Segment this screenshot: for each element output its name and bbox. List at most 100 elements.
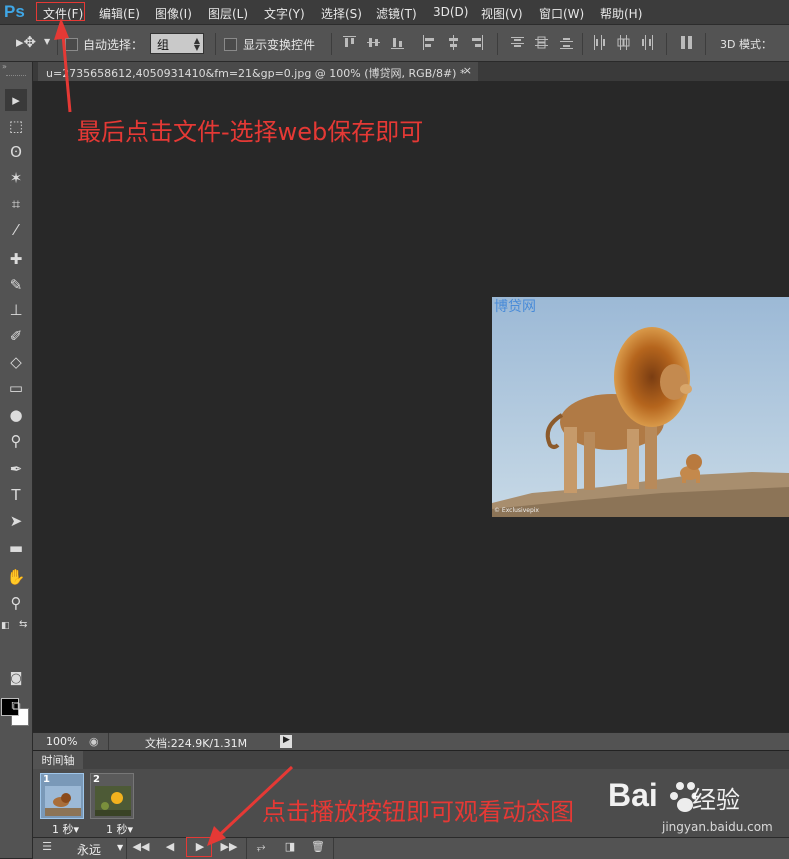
- align-vcenter-icon[interactable]: [367, 35, 380, 50]
- photo-credit: © Exclusivepix: [494, 507, 539, 514]
- timeline-menu-icon[interactable]: ☰: [37, 840, 57, 853]
- auto-select-dropdown[interactable]: 组 ▲ ▼: [150, 33, 204, 54]
- instruction-click-play: 点击播放按钮即可观看动态图: [262, 798, 574, 826]
- menu-type[interactable]: 文字(Y): [264, 5, 305, 22]
- divider: [57, 33, 58, 55]
- shape-tool-icon[interactable]: ▬: [5, 537, 27, 559]
- next-frame-icon[interactable]: ▶▶: [219, 840, 239, 853]
- zoom-tool-icon[interactable]: ⚲: [5, 592, 27, 614]
- eyedropper-tool-icon[interactable]: ⁄: [5, 219, 27, 241]
- play-arrow-icon: ▶: [283, 735, 290, 745]
- align-right-icon[interactable]: [471, 35, 484, 50]
- align-left-icon[interactable]: [422, 35, 435, 50]
- distribute-hcenter-icon[interactable]: [617, 35, 630, 50]
- menu-layer[interactable]: 图层(L): [208, 5, 248, 22]
- chevron-down-icon: ▼: [117, 843, 124, 852]
- show-transform-label: 显示变换控件: [243, 38, 316, 52]
- auto-select-value: 组: [157, 38, 170, 52]
- panel-grip[interactable]: [6, 75, 26, 77]
- divider: [108, 733, 109, 751]
- move-tool-preset-icon[interactable]: ▸✥: [16, 33, 36, 51]
- collapse-icon[interactable]: »: [2, 62, 7, 71]
- document-tab[interactable]: u=2735658612,4050931410&fm=21&gp=0.jpg @…: [38, 62, 478, 81]
- lasso-tool-icon[interactable]: ʘ: [5, 141, 27, 163]
- stepper-icon: ▲ ▼: [193, 36, 200, 52]
- timeline-tab[interactable]: 时间轴: [33, 751, 83, 770]
- distribute-vcenter-icon[interactable]: [535, 35, 548, 50]
- share-icon[interactable]: ◉: [89, 735, 99, 748]
- menu-filter[interactable]: 滤镜(T): [376, 5, 417, 22]
- tween-icon[interactable]: ⥅: [251, 840, 271, 854]
- tools-panel: » ▸ ⬚ ʘ ✶ ⌗ ⁄ ✚ ✎ ⊥ ✐ ◇ ▭ ● ⚲ ✒ T ➤ ▬ ✋ …: [0, 62, 33, 858]
- swap-colors-icon[interactable]: ⇆: [19, 619, 27, 630]
- distribute-bottom-icon[interactable]: [560, 35, 573, 50]
- close-tab-icon[interactable]: ×: [463, 64, 472, 77]
- auto-select-checkbox[interactable]: [65, 38, 78, 51]
- timeline-frame-1[interactable]: 1: [40, 773, 84, 819]
- brush-tool-icon[interactable]: ✎: [5, 274, 27, 296]
- timeline-controls: ☰ 永远 ▼ ◀◀ ◀ ▶ ▶▶ ⥅ ◨ 🗑: [33, 837, 789, 859]
- trash-icon[interactable]: 🗑: [308, 840, 328, 853]
- stamp-tool-icon[interactable]: ⊥: [5, 299, 27, 321]
- magic-wand-tool-icon[interactable]: ✶: [5, 167, 27, 189]
- align-top-icon[interactable]: [343, 35, 356, 50]
- menu-image[interactable]: 图像(I): [155, 5, 192, 22]
- history-brush-tool-icon[interactable]: ✐: [5, 325, 27, 347]
- pen-tool-icon[interactable]: ✒: [5, 458, 27, 480]
- show-transform-checkbox[interactable]: [224, 38, 237, 51]
- blur-tool-icon[interactable]: ●: [5, 404, 27, 426]
- 3d-mode-label: 3D 模式：: [720, 38, 772, 51]
- divider: [331, 33, 332, 55]
- divider: [126, 838, 127, 859]
- hand-tool-icon[interactable]: ✋: [5, 566, 27, 588]
- previous-frame-icon[interactable]: ◀: [160, 840, 180, 853]
- duplicate-frame-icon[interactable]: ◨: [280, 840, 300, 853]
- path-selection-tool-icon[interactable]: ➤: [5, 510, 27, 532]
- menu-help[interactable]: 帮助(H): [600, 5, 642, 22]
- frame-delay[interactable]: 1 秒▾: [106, 821, 133, 837]
- frame-delay[interactable]: 1 秒▾: [52, 821, 79, 837]
- auto-select-label: 自动选择：: [83, 38, 144, 52]
- chevron-down-icon[interactable]: ▼: [44, 37, 50, 46]
- lion-photo: [492, 297, 789, 517]
- first-frame-icon[interactable]: ◀◀: [131, 840, 151, 853]
- crop-tool-icon[interactable]: ⌗: [5, 193, 27, 215]
- quick-mask-icon[interactable]: ◙: [5, 668, 27, 690]
- frame-number: 1: [43, 774, 50, 785]
- loop-options-dropdown[interactable]: 永远 ▼: [73, 839, 125, 857]
- menu-edit[interactable]: 编辑(E): [99, 5, 140, 22]
- distribute-right-icon[interactable]: [641, 35, 654, 50]
- baidu-jingyan-label: 经验: [692, 786, 740, 814]
- divider: [582, 33, 583, 55]
- move-tool-icon[interactable]: ▸: [5, 89, 27, 111]
- menu-select[interactable]: 选择(S): [321, 5, 362, 22]
- loop-value: 永远: [77, 843, 102, 857]
- marquee-tool-icon[interactable]: ⬚: [5, 115, 27, 137]
- frame-thumbnail: [95, 786, 131, 816]
- zoom-level[interactable]: 100%: [46, 735, 77, 748]
- align-bottom-icon[interactable]: [391, 35, 404, 50]
- frame-number: 2: [93, 774, 100, 785]
- align-hcenter-icon[interactable]: [447, 35, 460, 50]
- photoshop-logo: Ps: [4, 2, 25, 21]
- eraser-tool-icon[interactable]: ◇: [5, 351, 27, 373]
- auto-align-icon[interactable]: [680, 35, 693, 50]
- divider: [333, 838, 334, 859]
- frame-thumbnail: [45, 786, 81, 816]
- healing-brush-tool-icon[interactable]: ✚: [5, 248, 27, 270]
- type-tool-icon[interactable]: T: [5, 484, 27, 506]
- distribute-top-icon[interactable]: [511, 35, 524, 50]
- default-colors-icon[interactable]: ◧: [1, 621, 10, 631]
- gradient-tool-icon[interactable]: ▭: [5, 377, 27, 399]
- menu-window[interactable]: 窗口(W): [539, 5, 584, 22]
- timeline-header: 时间轴: [33, 750, 789, 770]
- screen-mode-icon[interactable]: ⧉: [5, 696, 27, 718]
- document-tab-title: u=2735658612,4050931410&fm=21&gp=0.jpg @…: [46, 67, 466, 80]
- menu-view[interactable]: 视图(V): [481, 5, 523, 22]
- options-bar: ▸✥ ▼ 自动选择： 组 ▲ ▼ 显示变换控件 3D 模式：: [0, 24, 789, 62]
- timeline-frame-2[interactable]: 2: [90, 773, 134, 819]
- menu-3d[interactable]: 3D(D): [433, 5, 468, 19]
- distribute-left-icon[interactable]: [593, 35, 606, 50]
- dodge-tool-icon[interactable]: ⚲: [5, 430, 27, 452]
- menu-bar: Ps 文件(F) 编辑(E) 图像(I) 图层(L) 文字(Y) 选择(S) 滤…: [0, 0, 789, 24]
